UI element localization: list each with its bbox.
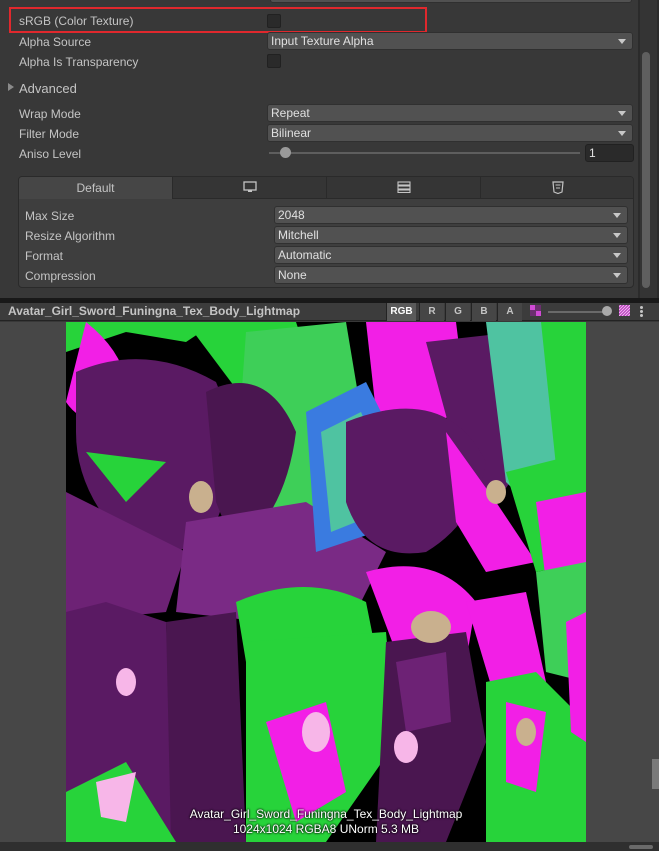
compression-value: None: [278, 268, 307, 282]
channel-g-button[interactable]: G: [445, 303, 470, 321]
filter-mode-label: Filter Mode: [19, 127, 80, 141]
format-label: Format: [25, 249, 64, 263]
channel-r-button[interactable]: R: [419, 303, 444, 321]
alpha-source-dropdown[interactable]: Input Texture Alpha: [267, 32, 633, 50]
previous-dropdown[interactable]: [270, 0, 632, 3]
channel-rgb-button[interactable]: RGB: [386, 303, 416, 321]
aniso-slider-thumb[interactable]: [279, 147, 291, 158]
max-size-value: 2048: [278, 208, 305, 222]
tab-default-label: Default: [76, 181, 115, 195]
alpha-source-row: Alpha Source Input Texture Alpha: [0, 32, 638, 52]
alpha-is-transparency-row: Alpha Is Transparency: [0, 52, 638, 72]
srgb-highlight-box: [9, 7, 427, 33]
compression-label: Compression: [25, 269, 96, 283]
format-row: Format Automatic: [19, 246, 633, 266]
mip-high-icon: [619, 305, 630, 316]
bottom-status-bar: [0, 842, 659, 851]
max-size-row: Max Size 2048: [19, 206, 633, 226]
aniso-level-row: Aniso Level: [0, 144, 638, 164]
resize-algorithm-dropdown[interactable]: Mitchell: [274, 226, 628, 244]
foldout-arrow-icon: [8, 83, 14, 91]
preview-menu-icon[interactable]: [640, 306, 644, 318]
preview-title: Avatar_Girl_Sword_Funingna_Tex_Body_Ligh…: [8, 304, 301, 318]
channel-b-button[interactable]: B: [471, 303, 496, 321]
inspector-scrollbar[interactable]: [638, 0, 659, 298]
chevron-down-icon: [618, 111, 626, 116]
max-size-dropdown[interactable]: 2048: [274, 206, 628, 224]
chevron-down-icon: [613, 273, 621, 278]
aniso-level-label: Aniso Level: [19, 147, 82, 161]
alpha-is-transparency-label: Alpha Is Transparency: [19, 55, 139, 69]
wrap-mode-dropdown[interactable]: Repeat: [267, 104, 633, 122]
aniso-slider-track[interactable]: [269, 152, 580, 154]
html5-icon: [552, 181, 564, 194]
max-size-label: Max Size: [25, 209, 75, 223]
tab-server[interactable]: [327, 177, 481, 199]
tab-default[interactable]: Default: [19, 177, 173, 199]
mip-slider-track[interactable]: [548, 311, 610, 313]
chevron-down-icon: [618, 131, 626, 136]
channel-a-button[interactable]: A: [497, 303, 522, 321]
previous-row-fragment: [0, 0, 638, 4]
inspector-panel: sRGB (Color Texture) Alpha Source Input …: [0, 0, 638, 298]
wrap-mode-value: Repeat: [271, 106, 310, 120]
chevron-down-icon: [613, 213, 621, 218]
tab-webgl[interactable]: [481, 177, 633, 199]
texture-image: [66, 322, 586, 842]
platform-settings-box: Default Max Size 2048 Resize Algorithm M…: [18, 176, 634, 288]
alpha-is-transparency-checkbox[interactable]: [267, 54, 281, 68]
format-dropdown[interactable]: Automatic: [274, 246, 628, 264]
texture-info-details: 1024x1024 RGBA8 UNorm 5.3 MB: [232, 822, 420, 836]
resize-algorithm-value: Mitchell: [278, 228, 319, 242]
chevron-down-icon: [613, 233, 621, 238]
wrap-mode-label: Wrap Mode: [19, 107, 81, 121]
advanced-foldout[interactable]: Advanced: [0, 78, 638, 98]
resize-algorithm-label: Resize Algorithm: [25, 229, 116, 243]
texture-preview-area[interactable]: Avatar_Girl_Sword_Funingna_Tex_Body_Ligh…: [0, 322, 659, 851]
resize-algorithm-row: Resize Algorithm Mitchell: [19, 226, 633, 246]
monitor-icon: [242, 181, 257, 192]
chevron-down-icon: [613, 253, 621, 258]
advanced-label: Advanced: [19, 81, 77, 96]
aniso-level-field[interactable]: 1: [585, 144, 634, 162]
bottom-resize-handle[interactable]: [629, 845, 653, 849]
compression-dropdown[interactable]: None: [274, 266, 628, 284]
platform-tabs: Default: [19, 177, 633, 199]
filter-mode-dropdown[interactable]: Bilinear: [267, 124, 633, 142]
tab-standalone[interactable]: [173, 177, 327, 199]
compression-row: Compression None: [19, 266, 633, 286]
mip-low-icon: [530, 305, 541, 316]
server-icon: [396, 181, 411, 193]
scrollbar-thumb[interactable]: [642, 52, 650, 288]
chevron-down-icon: [618, 39, 626, 44]
texture-info-name: Avatar_Girl_Sword_Funingna_Tex_Body_Ligh…: [189, 807, 463, 821]
filter-mode-row: Filter Mode Bilinear: [0, 124, 638, 144]
alpha-source-value: Input Texture Alpha: [271, 34, 374, 48]
format-value: Automatic: [278, 248, 332, 262]
mip-slider-thumb[interactable]: [602, 306, 612, 316]
preview-scroll-handle[interactable]: [652, 759, 659, 789]
wrap-mode-row: Wrap Mode Repeat: [0, 104, 638, 124]
filter-mode-value: Bilinear: [271, 126, 312, 140]
alpha-source-label: Alpha Source: [19, 35, 92, 49]
